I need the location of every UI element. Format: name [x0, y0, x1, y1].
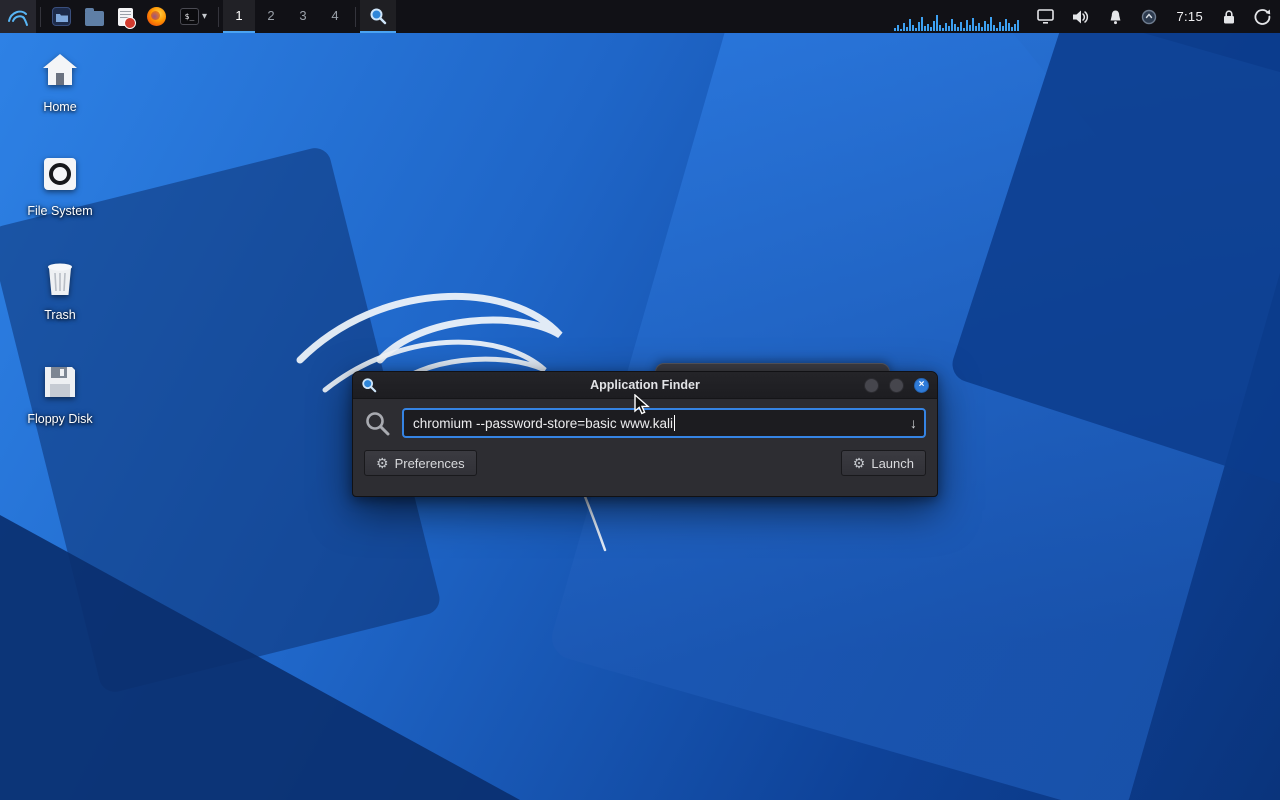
- cpu-graph-tray[interactable]: [888, 0, 1028, 33]
- panel-clock[interactable]: 7:15: [1166, 9, 1213, 24]
- home-icon: [38, 48, 82, 92]
- desktop-icon-floppy-disk[interactable]: Floppy Disk: [16, 360, 104, 426]
- desktop-icon-label: Trash: [44, 308, 76, 322]
- launcher-folder[interactable]: [78, 0, 111, 33]
- gear-icon: ⚙: [376, 456, 389, 470]
- command-input-value: chromium --password-store=basic www.kali: [413, 416, 673, 431]
- cpu-graph-icon: [894, 11, 1022, 33]
- status-orb-icon[interactable]: [1132, 0, 1166, 33]
- desktop-icon-label: Home: [43, 100, 76, 114]
- desktop-icon-home[interactable]: Home: [16, 48, 104, 114]
- launch-gear-icon: ⚙: [853, 456, 866, 470]
- panel-separator: [40, 7, 41, 27]
- launch-button[interactable]: ⚙ Launch: [841, 450, 926, 476]
- desktop-icon-file-system[interactable]: File System: [16, 152, 104, 218]
- panel-separator: [218, 7, 219, 27]
- minimize-button[interactable]: [864, 378, 879, 393]
- text-caret: [674, 415, 675, 431]
- text-editor-icon: [118, 8, 133, 26]
- taskbar-application-finder[interactable]: [360, 0, 396, 33]
- kali-menu-button[interactable]: [0, 0, 36, 33]
- terminal-icon: $_: [180, 8, 199, 25]
- preferences-button[interactable]: ⚙ Preferences: [364, 450, 477, 476]
- folder-icon: [85, 11, 104, 26]
- workspace-button-2[interactable]: 2: [255, 0, 287, 33]
- command-input[interactable]: chromium --password-store=basic www.kali…: [402, 408, 926, 438]
- top-panel: $_ ▾ 1 2 3 4 7:15: [0, 0, 1280, 33]
- file-manager-icon: [52, 7, 71, 26]
- dropdown-arrow-icon[interactable]: ↓: [902, 415, 917, 431]
- panel-separator: [355, 7, 356, 27]
- application-finder-icon: [369, 7, 387, 25]
- firefox-icon: [147, 7, 166, 26]
- maximize-button[interactable]: [889, 378, 904, 393]
- floppy-disk-icon: [38, 360, 82, 404]
- launcher-firefox[interactable]: [140, 0, 173, 33]
- launcher-text-editor[interactable]: [111, 0, 140, 33]
- window-titlebar[interactable]: Application Finder ×: [353, 372, 937, 399]
- display-tray-icon[interactable]: [1028, 0, 1063, 33]
- volume-tray-icon[interactable]: [1063, 0, 1099, 33]
- workspace-button-1[interactable]: 1: [223, 0, 255, 33]
- window-app-icon: [361, 377, 377, 393]
- search-icon: [364, 410, 391, 437]
- desktop-icon-list: Home File System Trash Floppy Disk: [16, 48, 104, 464]
- file-system-icon: [38, 152, 82, 196]
- logout-power-icon[interactable]: [1245, 0, 1280, 33]
- launcher-terminal[interactable]: $_ ▾: [173, 0, 214, 33]
- launcher-file-manager[interactable]: [45, 0, 78, 33]
- workspace-button-3[interactable]: 3: [287, 0, 319, 33]
- launch-button-label: Launch: [871, 456, 914, 471]
- workspace-button-4[interactable]: 4: [319, 0, 351, 33]
- desktop-icon-trash[interactable]: Trash: [16, 256, 104, 322]
- trash-icon: [38, 256, 82, 300]
- close-button[interactable]: ×: [914, 378, 929, 393]
- notification-bell-icon[interactable]: [1099, 0, 1132, 33]
- kali-logo-icon: [7, 7, 29, 27]
- chevron-down-icon[interactable]: ▾: [202, 11, 207, 22]
- application-finder-window: Application Finder × chromium --password…: [352, 371, 938, 497]
- desktop-icon-label: Floppy Disk: [27, 412, 92, 426]
- finder-body: chromium --password-store=basic www.kali…: [353, 399, 937, 486]
- window-title: Application Finder: [353, 378, 937, 392]
- desktop-icon-label: File System: [27, 204, 92, 218]
- lock-screen-icon[interactable]: [1213, 0, 1245, 33]
- preferences-button-label: Preferences: [395, 456, 465, 471]
